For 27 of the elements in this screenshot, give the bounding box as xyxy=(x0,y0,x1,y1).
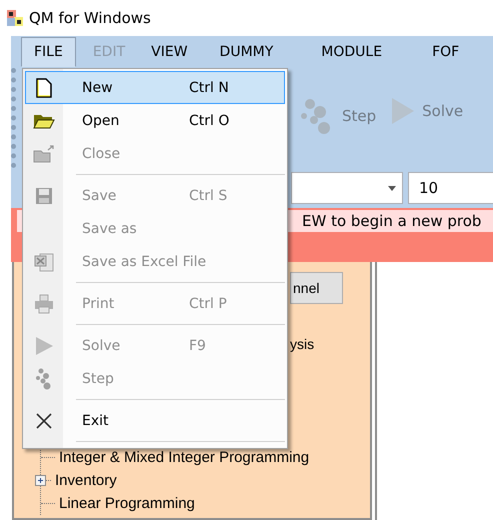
tree-item[interactable]: Integer & Mixed Integer Programming xyxy=(59,449,310,466)
printer-icon xyxy=(34,294,54,314)
menu-item[interactable]: Open Ctrl O xyxy=(25,104,285,137)
dots-icon xyxy=(35,368,53,390)
play-icon xyxy=(34,336,54,356)
folder-icon xyxy=(33,112,55,128)
play-icon xyxy=(390,96,416,126)
close-icon xyxy=(36,412,52,428)
spreadsheet-icon xyxy=(34,252,54,272)
menu-title[interactable]: VIEW xyxy=(142,37,197,67)
tree-item[interactable]: Linear Programming xyxy=(59,495,195,512)
menu-title[interactable]: MODULE xyxy=(312,37,392,67)
window-title: QM for Windows xyxy=(29,9,151,27)
panel-text: ysis xyxy=(290,336,314,352)
menu-title[interactable]: FOF xyxy=(423,37,468,67)
app-logo-icon xyxy=(7,10,23,26)
dropdown-arrow-icon xyxy=(388,186,396,190)
menu-title[interactable]: FILE xyxy=(21,37,76,67)
document-icon xyxy=(35,78,53,98)
expand-icon[interactable] xyxy=(35,475,46,486)
panel-button[interactable]: nnel xyxy=(290,272,343,304)
menu-item[interactable]: New Ctrl N xyxy=(25,71,285,104)
menu-title[interactable]: DUMMY xyxy=(210,37,282,67)
folder-icon xyxy=(33,144,55,162)
tree-item[interactable]: Inventory xyxy=(55,472,117,489)
menu-item[interactable]: Exit xyxy=(25,404,285,437)
input-field[interactable]: 10 xyxy=(408,172,493,204)
